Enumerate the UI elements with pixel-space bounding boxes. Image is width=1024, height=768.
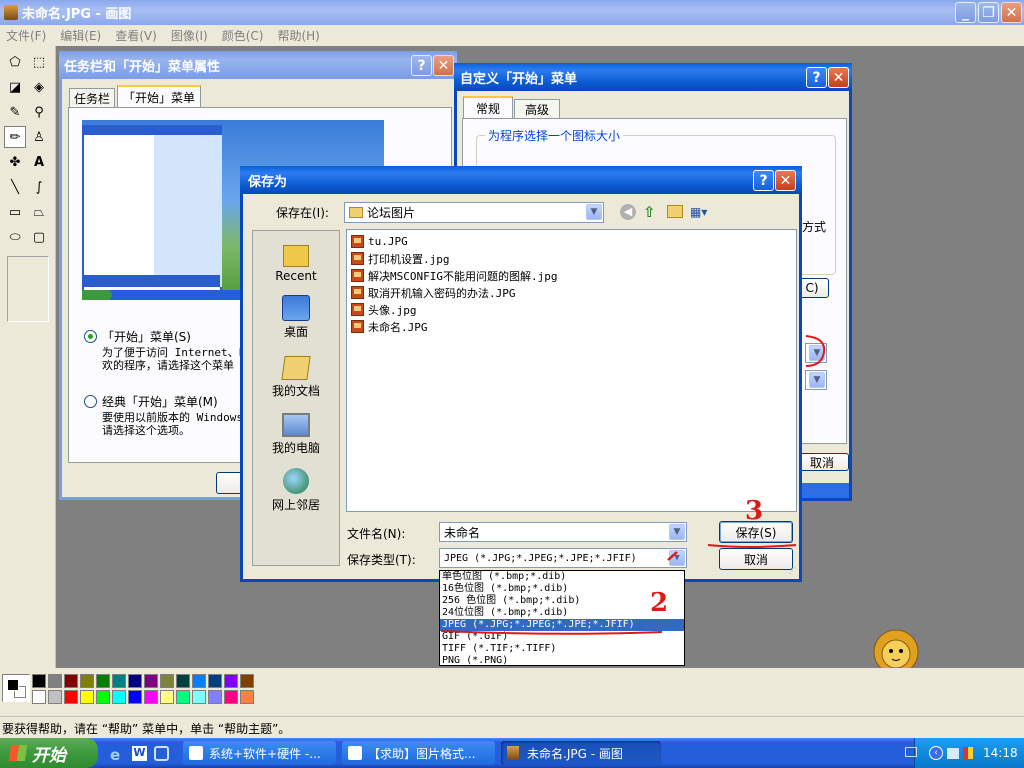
system-tray: ‹ 14:18	[905, 738, 1024, 768]
windows-logo-icon	[8, 745, 28, 761]
network-tray-icon[interactable]	[947, 747, 959, 759]
word-icon[interactable]: W	[132, 746, 147, 761]
app-icon[interactable]	[154, 746, 169, 761]
browser-icon	[189, 746, 203, 760]
annotation-3: 3	[745, 496, 764, 526]
task-forum-1[interactable]: 系统+软件+硬件 -...	[183, 741, 336, 765]
annotation-2: 2	[650, 588, 669, 618]
show-hidden-icon[interactable]: ‹	[929, 746, 943, 760]
quick-launch: e W	[106, 744, 176, 764]
clock: 14:18	[983, 746, 1018, 760]
task-forum-2[interactable]: 【求助】图片格式...	[342, 741, 495, 765]
ie-icon[interactable]: e	[110, 746, 120, 764]
task-paint[interactable]: 未命名.JPG - 画图	[501, 741, 661, 765]
red-annotations	[440, 335, 826, 635]
keyboard-icon[interactable]	[905, 747, 917, 757]
paint-icon	[507, 746, 519, 760]
flag-tray-icon[interactable]	[963, 747, 973, 759]
start-button[interactable]: 开始	[0, 738, 98, 768]
browser-icon	[348, 746, 362, 760]
